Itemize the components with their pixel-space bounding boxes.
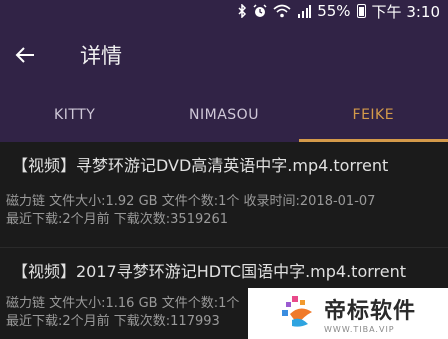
signal-icon bbox=[298, 5, 312, 18]
result-meta: 磁力链 文件大小:1.16 GB 文件个数:1个 bbox=[6, 296, 240, 311]
battery-percent: 55% bbox=[317, 2, 351, 20]
alarm-icon bbox=[253, 4, 267, 17]
tab-feike[interactable]: FEIKE bbox=[298, 88, 448, 142]
list-item[interactable]: 【视频】寻梦环游记DVD高清英语中字.mp4.torrent 磁力链 文件大小:… bbox=[0, 142, 448, 248]
logo-icon bbox=[282, 295, 312, 327]
arrow-left-icon bbox=[15, 47, 34, 63]
result-meta: 最近下载:2个月前 下载次数:117993 bbox=[6, 314, 220, 329]
watermark-url: WWW.TIBA.VIP bbox=[324, 325, 395, 334]
result-title: 【视频】寻梦环游记DVD高清英语中字.mp4.torrent bbox=[12, 156, 389, 175]
tab-label: KITTY bbox=[54, 107, 96, 123]
tab-label: NIMASOU bbox=[189, 107, 259, 123]
tab-kitty[interactable]: KITTY bbox=[0, 88, 149, 142]
app-screen: 55% 下午 3:10 详情 KITTY NIMASOU FEIKE 【视频】寻… bbox=[0, 0, 448, 339]
status-bar: 55% 下午 3:10 bbox=[0, 0, 448, 22]
watermark: 帝标软件 WWW.TIBA.VIP bbox=[248, 288, 448, 339]
back-button[interactable] bbox=[8, 38, 42, 72]
bluetooth-icon bbox=[238, 4, 247, 18]
watermark-text: 帝标软件 WWW.TIBA.VIP bbox=[324, 293, 416, 334]
wifi-icon bbox=[273, 4, 291, 18]
watermark-name: 帝标软件 bbox=[324, 299, 417, 324]
result-meta: 最近下载:2个月前 下载次数:3519261 bbox=[6, 212, 229, 227]
clock: 下午 3:10 bbox=[371, 2, 440, 21]
result-title: 【视频】2017寻梦环游记HDTC国语中字.mp4.torrent bbox=[12, 262, 407, 281]
tab-nimasou[interactable]: NIMASOU bbox=[149, 88, 298, 142]
toolbar: 详情 bbox=[0, 22, 448, 88]
status-icons: 55% 下午 3:10 bbox=[237, 1, 440, 22]
result-meta: 磁力链 文件大小:1.92 GB 文件个数:1个 收录时间:2018-01-07 bbox=[6, 194, 376, 209]
source-tabs: KITTY NIMASOU FEIKE bbox=[0, 88, 448, 142]
tab-label: FEIKE bbox=[352, 107, 395, 123]
battery-icon bbox=[356, 4, 366, 18]
page-title: 详情 bbox=[80, 44, 122, 68]
